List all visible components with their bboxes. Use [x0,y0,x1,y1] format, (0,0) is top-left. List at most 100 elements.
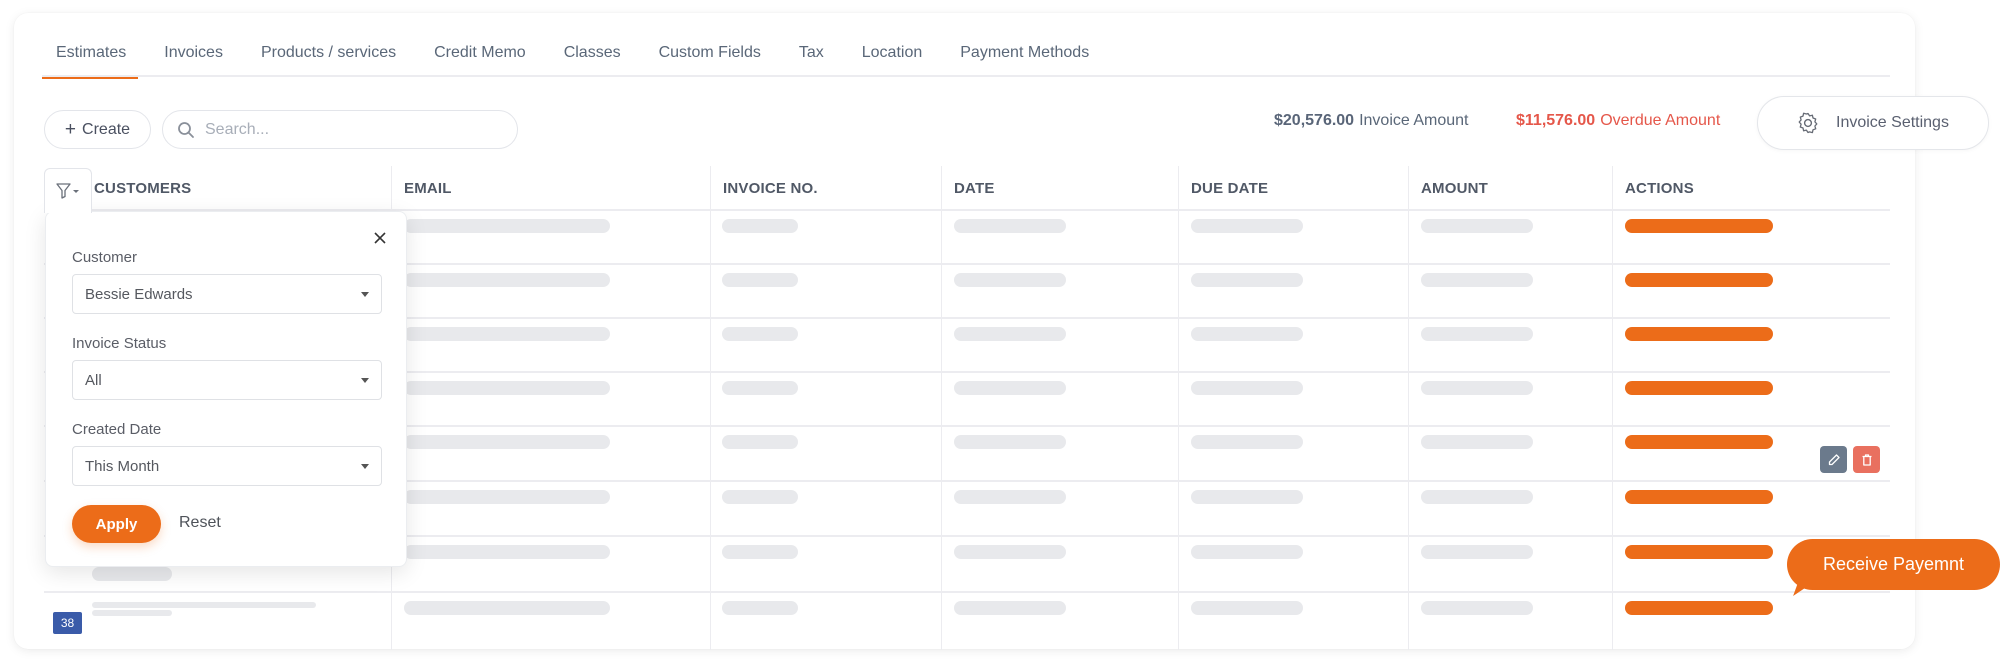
customer-select[interactable]: Bessie Edwards [72,274,382,314]
skeleton-placeholder [722,435,798,449]
skeleton-placeholder [954,381,1066,395]
invoice-amount-label: Invoice Amount [1359,112,1469,129]
action-status-bar[interactable] [1625,601,1773,615]
chevron-down-icon [361,464,369,469]
skeleton-placeholder [404,601,610,615]
action-status-bar[interactable] [1625,273,1773,287]
column-header-customers[interactable]: CUSTOMERS [94,166,191,211]
skeleton-placeholder [722,490,798,504]
create-label: Create [82,120,131,138]
skeleton-placeholder [1421,273,1533,287]
skeleton-placeholder [954,601,1066,615]
invoice-settings-button[interactable]: Invoice Settings [1757,96,1989,150]
skeleton-placeholder [1191,545,1303,559]
invoice-status-value: All [85,371,102,389]
skeleton-placeholder [954,435,1066,449]
skeleton-placeholder [1421,435,1533,449]
skeleton-placeholder [1191,435,1303,449]
filter-icon [56,183,79,199]
create-button[interactable]: + Create [44,110,151,149]
table-row[interactable] [44,593,1890,650]
action-status-bar[interactable] [1625,435,1773,449]
skeleton-placeholder [1191,327,1303,341]
invoice-status-label: Invoice Status [72,335,167,352]
skeleton-placeholder [722,545,798,559]
created-date-label: Created Date [72,421,162,438]
skeleton-placeholder [1421,545,1533,559]
overdue-amount-summary: $11,576.00 Overdue Amount [1516,112,1720,130]
pencil-icon [1828,453,1840,465]
customer-label: Customer [72,249,138,266]
reset-button[interactable]: Reset [179,514,221,532]
chevron-down-icon [361,378,369,383]
apply-button[interactable]: Apply [72,505,161,543]
column-header-date[interactable]: DATE [954,166,995,211]
invoice-settings-label: Invoice Settings [1836,114,1949,131]
skeleton-placeholder [954,545,1066,559]
skeleton-placeholder [722,273,798,287]
skeleton-placeholder [722,381,798,395]
column-header-email[interactable]: EMAIL [404,166,452,211]
skeleton-placeholder [404,327,610,341]
skeleton-placeholder [1191,273,1303,287]
invoice-amount-summary: $20,576.00 Invoice Amount [1274,112,1468,130]
row-hover-actions [1820,446,1880,473]
trash-icon [1862,453,1871,466]
tab-estimates[interactable]: Estimates [42,28,139,79]
skeleton-placeholder [954,327,1066,341]
skeleton-placeholder [92,602,316,608]
column-header-amount[interactable]: AMOUNT [1421,166,1488,211]
tab-payment-methods[interactable]: Payment Methods [948,28,1101,77]
tab-custom-fields[interactable]: Custom Fields [647,28,773,77]
invoice-status-select[interactable]: All [72,360,382,400]
skeleton-placeholder [1191,601,1303,615]
tab-location[interactable]: Location [850,28,935,77]
customer-value: Bessie Edwards [85,285,193,303]
edit-button[interactable] [1820,446,1847,473]
tab-credit-memo[interactable]: Credit Memo [422,28,538,77]
tab-invoices[interactable]: Invoices [152,28,235,77]
skeleton-placeholder [92,610,172,616]
action-status-bar[interactable] [1625,219,1773,233]
gear-icon [1798,112,1818,134]
skeleton-placeholder [404,381,610,395]
action-status-bar[interactable] [1625,381,1773,395]
filter-popover: Customer Bessie Edwards Invoice Status A… [45,211,407,567]
skeleton-placeholder [722,601,798,615]
chevron-down-icon [361,292,369,297]
skeleton-placeholder [722,327,798,341]
action-status-bar[interactable] [1625,490,1773,504]
action-status-bar[interactable] [1625,545,1773,559]
plus-icon: + [64,118,77,140]
skeleton-placeholder [1191,381,1303,395]
column-header-due-date[interactable]: DUE DATE [1191,166,1268,211]
invoice-amount-value: $20,576.00 [1274,112,1355,129]
page-badge[interactable]: 38 [53,612,82,634]
skeleton-placeholder [722,219,798,233]
search-input[interactable] [205,120,485,139]
skeleton-placeholder [1191,219,1303,233]
receive-payment-button[interactable]: Receive Payemnt [1787,539,2000,590]
column-header-actions: ACTIONS [1625,180,1694,197]
search-box[interactable] [162,110,518,149]
tab-bar: Estimates Invoices Products / services C… [42,28,1890,79]
skeleton-placeholder [92,567,172,581]
skeleton-placeholder [954,273,1066,287]
skeleton-placeholder [404,273,610,287]
delete-button[interactable] [1853,446,1880,473]
created-date-select[interactable]: This Month [72,446,382,486]
tab-products-services[interactable]: Products / services [249,28,408,77]
close-icon[interactable] [371,229,389,247]
table-header: CUSTOMERS EMAIL INVOICE NO. DATE DUE DAT… [44,166,1890,211]
tab-tax[interactable]: Tax [787,28,836,77]
action-status-bar[interactable] [1625,327,1773,341]
skeleton-placeholder [404,219,610,233]
filter-toggle-button[interactable] [44,168,92,213]
skeleton-placeholder [404,435,610,449]
column-header-invoice-no[interactable]: INVOICE NO. [723,166,818,211]
search-icon [178,121,194,138]
tab-classes[interactable]: Classes [552,28,633,77]
skeleton-placeholder [954,490,1066,504]
created-date-value: This Month [85,457,160,475]
overdue-amount-label: Overdue Amount [1600,112,1721,129]
